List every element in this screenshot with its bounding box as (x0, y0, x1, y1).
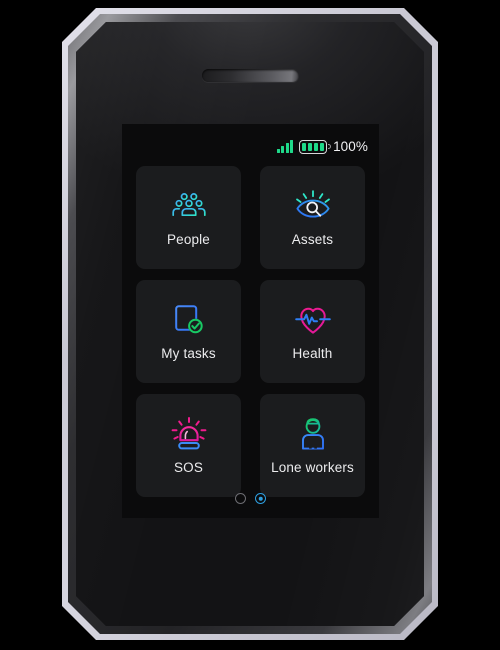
status-bar: 100% (276, 138, 368, 155)
device-screen: 100% People Assets My tasks Health SOS L… (122, 124, 379, 518)
tile-label: Assets (291, 232, 334, 248)
alarm-siren-icon (169, 416, 209, 452)
tile-my-tasks[interactable]: My tasks (136, 280, 241, 383)
page-dot-1[interactable] (235, 493, 246, 504)
page-indicator (122, 493, 379, 504)
signal-bars-icon (276, 140, 294, 153)
battery-percent-label: 100% (333, 138, 368, 154)
tile-label: People (167, 232, 210, 248)
tile-people[interactable]: People (136, 166, 241, 269)
app-tile-grid: People Assets My tasks Health SOS Lone w… (136, 166, 365, 497)
tile-label: Health (292, 346, 333, 362)
earpiece-speaker-icon (202, 69, 299, 82)
tile-lone-workers[interactable]: Lone workers (260, 394, 365, 497)
tile-label: My tasks (161, 346, 216, 362)
tile-label: SOS (174, 460, 203, 476)
hard-hat-worker-icon (293, 416, 333, 452)
tile-label: Lone workers (271, 460, 354, 476)
eye-search-icon (293, 188, 333, 224)
tile-sos[interactable]: SOS (136, 394, 241, 497)
tile-assets[interactable]: Assets (260, 166, 365, 269)
battery-icon (299, 139, 331, 154)
screenshot-stage: 100% People Assets My tasks Health SOS L… (0, 0, 500, 650)
people-group-icon (169, 188, 209, 224)
heart-pulse-icon (293, 302, 333, 338)
task-checklist-icon (169, 302, 209, 338)
tile-health[interactable]: Health (260, 280, 365, 383)
page-dot-2[interactable] (255, 493, 266, 504)
